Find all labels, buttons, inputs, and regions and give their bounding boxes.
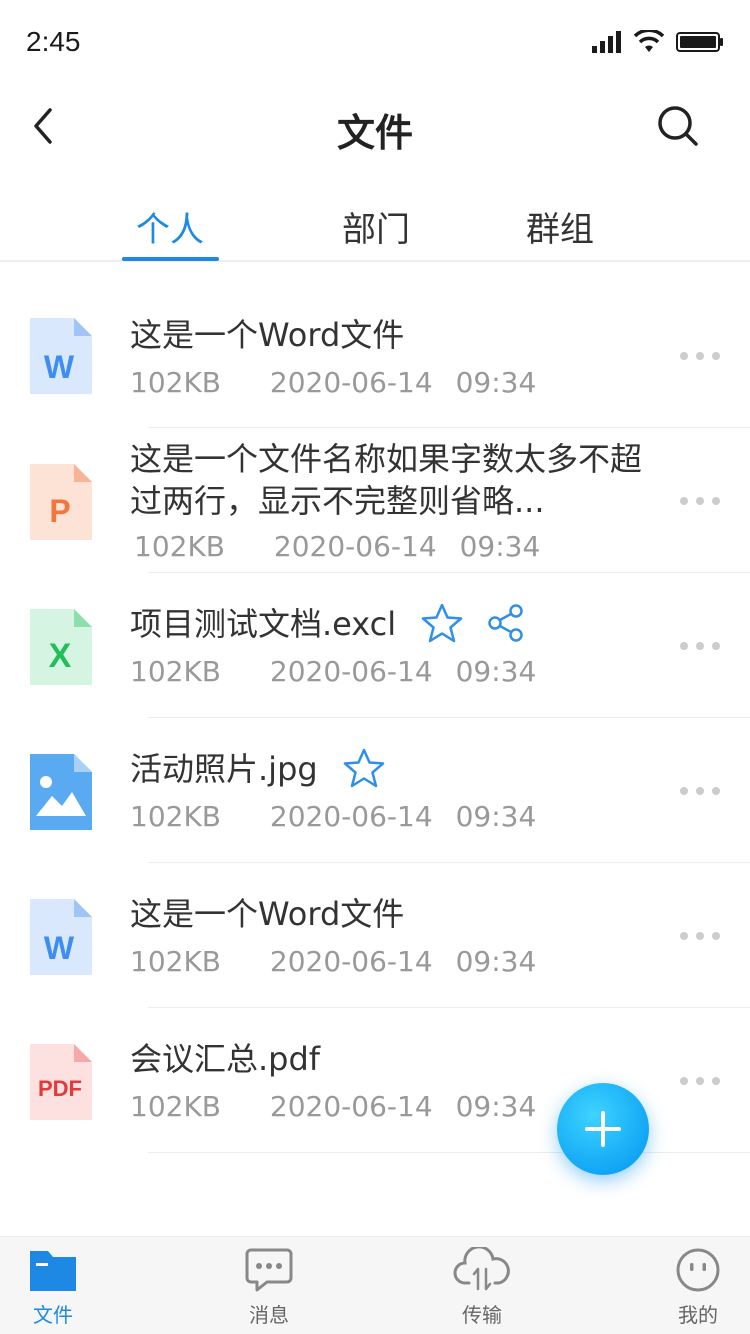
more-options-button[interactable] xyxy=(680,346,720,366)
bottom-tab-transfer[interactable]: 传输 xyxy=(432,1245,532,1328)
file-time: 09:34 xyxy=(455,1090,537,1123)
file-meta: 102KB 2020-06-14 09:34 xyxy=(130,1090,536,1123)
file-date: 2020-06-14 xyxy=(269,655,433,688)
file-name: 这是一个Word文件 xyxy=(130,895,405,933)
file-meta: 102KB 2020-06-14 09:34 xyxy=(130,655,536,688)
file-name-group: 活动照片.jpg xyxy=(130,748,386,790)
file-time: 09:34 xyxy=(455,366,537,399)
battery-icon xyxy=(676,32,723,52)
row-divider xyxy=(148,1152,750,1153)
star-icon[interactable] xyxy=(342,747,386,789)
file-time: 09:34 xyxy=(459,530,541,563)
bottom-tab-label: 我的 xyxy=(678,1303,718,1327)
share-icon[interactable] xyxy=(487,603,525,643)
file-name-group: 项目测试文档.excl xyxy=(130,603,525,645)
file-badge: W xyxy=(44,349,75,385)
wifi-icon xyxy=(634,30,664,52)
bottom-tab-label: 消息 xyxy=(249,1303,289,1327)
file-meta: 102KB 2020-06-14 09:34 xyxy=(130,945,536,978)
ppt-file-icon: P xyxy=(30,464,92,540)
category-tabs: 个人 部门 群组 xyxy=(0,180,750,262)
bottom-tab-bar: 文件 消息 传输 我的 xyxy=(0,1236,750,1334)
file-name: 项目测试文档.excl xyxy=(130,605,397,643)
more-options-button[interactable] xyxy=(680,1071,720,1091)
file-meta: 102KB 2020-06-14 09:34 xyxy=(130,366,536,399)
file-meta: 102KB 2020-06-14 09:34 xyxy=(130,800,536,833)
file-size: 102KB xyxy=(130,1090,222,1123)
status-icons xyxy=(592,30,724,54)
file-size: 102KB xyxy=(134,530,226,563)
active-tab-indicator xyxy=(122,257,219,261)
file-date: 2020-06-14 xyxy=(269,945,433,978)
bottom-tab-messages[interactable]: 消息 xyxy=(219,1245,319,1328)
status-bar: 2:45 xyxy=(0,0,750,88)
more-options-button[interactable] xyxy=(680,781,720,801)
file-time: 09:34 xyxy=(455,655,537,688)
file-time: 09:34 xyxy=(455,800,537,833)
file-date: 2020-06-14 xyxy=(269,366,433,399)
star-icon[interactable] xyxy=(420,602,464,644)
signal-icon xyxy=(592,31,621,53)
file-badge: W xyxy=(44,930,75,966)
file-date: 2020-06-14 xyxy=(269,1090,433,1123)
word-file-icon: W xyxy=(30,318,92,394)
file-name: 活动照片.jpg xyxy=(130,750,318,788)
search-button[interactable] xyxy=(656,104,700,148)
cloud-transfer-icon xyxy=(453,1247,510,1291)
file-row[interactable]: X 项目测试文档.excl 102KB 2020-06-14 09:34 xyxy=(0,573,750,718)
file-meta: 102KB 2020-06-14 09:34 xyxy=(134,530,540,563)
file-time: 09:34 xyxy=(455,945,537,978)
file-badge: P xyxy=(49,493,70,529)
nav-bar: 文件 xyxy=(0,88,750,164)
file-badge: X xyxy=(49,637,72,675)
file-name: 这是一个Word文件 xyxy=(130,316,405,354)
bottom-tab-files[interactable]: 文件 xyxy=(3,1245,103,1328)
bottom-tab-label: 传输 xyxy=(462,1303,502,1327)
more-options-button[interactable] xyxy=(680,926,720,946)
more-options-button[interactable] xyxy=(680,636,720,656)
file-row[interactable]: 活动照片.jpg 102KB 2020-06-14 09:34 xyxy=(0,718,750,863)
folder-icon xyxy=(30,1251,76,1291)
file-name: 会议汇总.pdf xyxy=(130,1040,321,1078)
file-row[interactable]: W 这是一个Word文件 102KB 2020-06-14 09:34 xyxy=(0,284,750,428)
more-options-button[interactable] xyxy=(680,491,720,511)
search-icon xyxy=(658,106,698,146)
file-size: 102KB xyxy=(130,366,222,399)
file-size: 102KB xyxy=(130,655,222,688)
page-title: 文件 xyxy=(336,111,413,155)
profile-icon xyxy=(676,1248,720,1292)
pdf-file-icon: PDF xyxy=(30,1044,92,1120)
message-icon xyxy=(245,1248,293,1292)
file-date: 2020-06-14 xyxy=(269,800,433,833)
image-file-icon xyxy=(30,754,92,830)
add-file-button[interactable] xyxy=(557,1083,649,1175)
tab-personal[interactable]: 个人 xyxy=(110,202,230,251)
file-badge: PDF xyxy=(38,1076,82,1101)
file-row[interactable]: W 这是一个Word文件 102KB 2020-06-14 09:34 xyxy=(0,863,750,1008)
bottom-tab-label: 文件 xyxy=(33,1303,73,1327)
file-size: 102KB xyxy=(130,945,222,978)
word-file-icon: W xyxy=(30,899,92,975)
file-row[interactable]: P 这是一个文件名称如果字数太多不超过两行，显示不完整则省略... 102KB … xyxy=(0,428,750,573)
file-size: 102KB xyxy=(130,800,222,833)
bottom-tab-profile[interactable]: 我的 xyxy=(648,1245,748,1328)
tab-group[interactable]: 群组 xyxy=(500,202,620,251)
file-date: 2020-06-14 xyxy=(273,530,437,563)
excel-file-icon: X xyxy=(30,609,92,685)
status-time: 2:45 xyxy=(26,26,81,57)
plus-icon xyxy=(585,1111,621,1147)
tab-department[interactable]: 部门 xyxy=(316,202,436,251)
file-name: 这是一个文件名称如果字数太多不超过两行，显示不完整则省略... xyxy=(130,440,643,520)
